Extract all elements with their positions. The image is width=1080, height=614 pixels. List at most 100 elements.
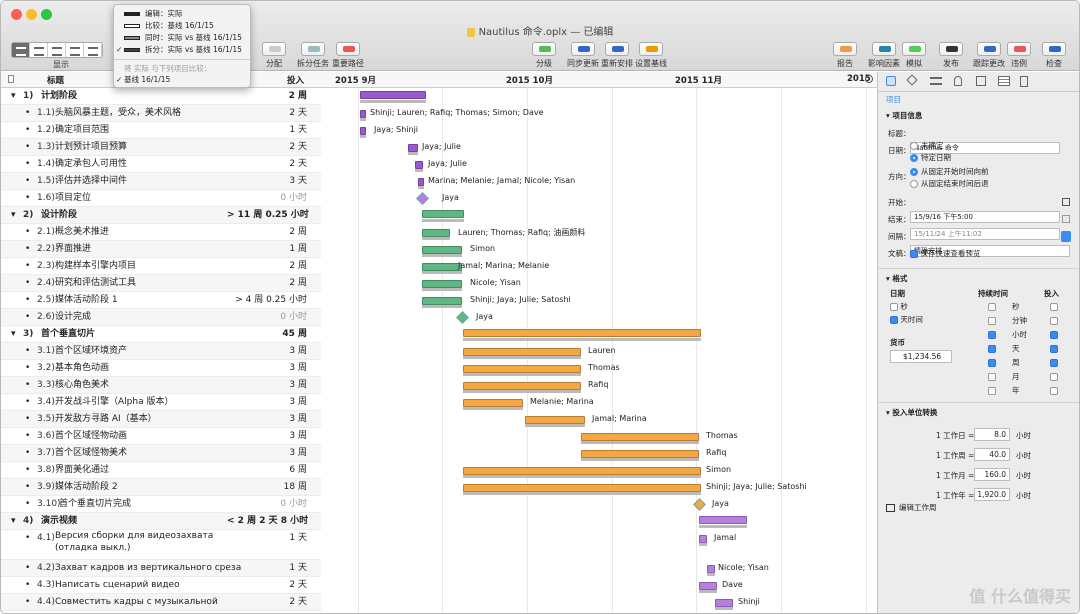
task-row[interactable]: • 2.2) 界面推进 1 周	[1, 241, 321, 258]
quicklook-checkbox[interactable]: 保存快速查看预览	[910, 245, 980, 262]
task-row[interactable]: • 2.3) 构建样本引擎内项目 2 周	[1, 258, 321, 275]
task-bar[interactable]	[463, 365, 581, 373]
task-title[interactable]: 计划阶段	[41, 88, 77, 105]
task-title[interactable]: 设计阶段	[41, 207, 77, 224]
duration-unit-checkbox[interactable]	[988, 359, 996, 367]
task-effort[interactable]: 3 周	[227, 394, 307, 411]
task-title[interactable]: 头脑风暴主题，受众，美术风格	[55, 105, 181, 122]
task-bar[interactable]	[422, 246, 462, 254]
duration-unit-checkbox[interactable]	[988, 373, 996, 381]
camera-toolbar-button[interactable]: 设置基线	[635, 42, 667, 69]
task-effort[interactable]: 2 周	[227, 258, 307, 275]
task-row[interactable]: • 1.2) 确定项目范围 1 天	[1, 122, 321, 139]
task-bar[interactable]	[463, 348, 581, 356]
task-row[interactable]: • 4.2) Захват кадров из вертикального срез…	[1, 560, 321, 577]
conversion-input[interactable]: 8.0	[974, 428, 1010, 441]
task-title[interactable]: 概念美术推进	[55, 224, 109, 241]
compare-mode-item[interactable]: 拆分：实际 vs 基线 16/1/15	[114, 44, 250, 56]
simulate-toolbar-button[interactable]: 模拟	[902, 42, 926, 69]
title-column-header[interactable]: 标题	[47, 74, 64, 86]
task-title[interactable]: 首个区域怪物动画	[55, 428, 127, 445]
date-specific-radio[interactable]: 特定日期	[910, 152, 951, 164]
task-title[interactable]: Написать сценарий видео	[55, 577, 180, 594]
effort-unit-checkbox[interactable]	[1050, 303, 1058, 311]
duration-unit-checkbox[interactable]	[988, 345, 996, 353]
task-effort[interactable]: < 2 周 2 天 8 小时	[227, 513, 308, 530]
disclosure-triangle-icon[interactable]: ▾	[11, 326, 16, 343]
task-bar[interactable]	[415, 161, 423, 169]
compare-mode-item[interactable]: 编辑：实际	[114, 8, 250, 20]
task-row[interactable]: • 3.3) 核心角色美术 3 周	[1, 377, 321, 394]
person-toolbar-button[interactable]: 分配	[262, 42, 286, 69]
task-bar[interactable]	[463, 382, 581, 390]
report-toolbar-button[interactable]: 报告	[833, 42, 857, 69]
task-tab-icon[interactable]	[906, 74, 918, 86]
task-effort[interactable]: > 11 周 0.25 小时	[227, 207, 309, 224]
task-bar[interactable]	[408, 144, 418, 152]
task-title[interactable]: 媒体活动阶段 1	[55, 292, 118, 309]
task-row[interactable]: • 2.1) 概念美术推进 2 周	[1, 224, 321, 241]
task-row[interactable]: • 3.4) 开发战斗引擎（Alpha 版本） 3 周	[1, 394, 321, 411]
minimize-button[interactable]	[26, 9, 37, 20]
task-row[interactable]: • 3.8) 界面美化通过 6 周	[1, 462, 321, 479]
task-bar[interactable]	[715, 599, 733, 607]
task-effort[interactable]: 1 天	[227, 560, 307, 577]
task-effort[interactable]: 3 周	[227, 428, 307, 445]
task-row[interactable]: • 2.6) 设计完成 0 小时	[1, 309, 321, 326]
conversion-input[interactable]: 160.0	[974, 468, 1010, 481]
task-effort[interactable]: > 4 周 0.25 小时	[227, 292, 307, 309]
task-row[interactable]: • 1.4) 确定承包人可用性 2 天	[1, 156, 321, 173]
task-effort[interactable]: 2 周	[227, 224, 307, 241]
effort-unit-checkbox[interactable]	[1050, 331, 1058, 339]
task-effort[interactable]: 3 周	[227, 411, 307, 428]
task-row[interactable]: • 1.5) 评估并选择中间件 3 天	[1, 173, 321, 190]
dir-backward-radio[interactable]: 从固定结束时间后退	[910, 178, 989, 190]
task-row[interactable]: • 4.3) Написать сценарий видео 2 天	[1, 577, 321, 594]
task-title[interactable]: 项目定位	[55, 190, 91, 207]
task-effort[interactable]: 2 天	[227, 577, 307, 594]
task-effort[interactable]: 2 天	[227, 156, 307, 173]
group-bar[interactable]	[360, 91, 426, 99]
effort-unit-checkbox[interactable]	[1050, 345, 1058, 353]
task-bar[interactable]	[360, 110, 366, 118]
task-bar[interactable]	[422, 263, 462, 271]
view-mode-segment[interactable]	[11, 42, 103, 58]
date-undetermined-radio[interactable]: 未确定	[910, 140, 951, 152]
task-row[interactable]: • 3.6) 首个区域怪物动画 3 周	[1, 428, 321, 445]
reschedule-toolbar-button[interactable]: 重新安排	[601, 42, 633, 69]
task-title[interactable]: 界面推进	[55, 241, 91, 258]
task-row[interactable]: • 2.4) 研究和评估测试工具 2 周	[1, 275, 321, 292]
track-toolbar-button[interactable]: 跟踪更改	[973, 42, 1005, 69]
inspect-toolbar-button[interactable]: 检查	[1042, 42, 1066, 69]
disclosure-triangle-icon[interactable]: ▾	[11, 513, 16, 530]
style-tab-icon[interactable]	[930, 77, 942, 85]
zoom-search-icon[interactable]	[865, 75, 873, 83]
task-title[interactable]: Версия сборки для видеозахвата (отладка …	[55, 530, 255, 554]
conversion-input[interactable]: 1,920.0	[974, 488, 1010, 501]
sync-toolbar-button[interactable]: 同步更新	[567, 42, 599, 69]
task-effort[interactable]: 45 周	[227, 326, 307, 343]
effort-column-header[interactable]: 投入	[287, 74, 304, 86]
task-title[interactable]: 研究和评估测试工具	[55, 275, 136, 292]
seconds-checkbox[interactable]: 秒	[890, 301, 908, 312]
calendar-tab-icon[interactable]	[976, 76, 986, 86]
task-title[interactable]: 首个区域怪物美术	[55, 445, 127, 462]
task-row[interactable]: • 1.6) 项目定位 0 小时	[1, 190, 321, 207]
resource-tab-icon[interactable]	[954, 76, 962, 86]
task-effort[interactable]: 1 天	[227, 122, 307, 139]
view-compare-icon[interactable]	[84, 43, 102, 57]
dir-forward-radio[interactable]: 从固定开始时间向前	[910, 166, 989, 178]
task-title[interactable]: 设计完成	[55, 309, 91, 326]
task-title[interactable]: 首个区域环境资产	[55, 343, 127, 360]
task-row[interactable]: • 1.3) 计划预计项目预算 2 天	[1, 139, 321, 156]
task-title[interactable]: Совместить кадры с музыкальной	[55, 594, 218, 611]
daytime-checkbox[interactable]: 天时间	[890, 314, 923, 325]
task-title[interactable]: 构建样本引擎内项目	[55, 258, 136, 275]
close-button[interactable]	[11, 9, 22, 20]
milestone-marker[interactable]	[416, 192, 429, 205]
table-tab-icon[interactable]	[998, 76, 1010, 86]
cloud-toolbar-button[interactable]: 发布	[939, 42, 963, 69]
task-effort[interactable]: 3 周	[227, 377, 307, 394]
task-bar[interactable]	[581, 433, 699, 441]
duration-unit-checkbox[interactable]	[988, 387, 996, 395]
